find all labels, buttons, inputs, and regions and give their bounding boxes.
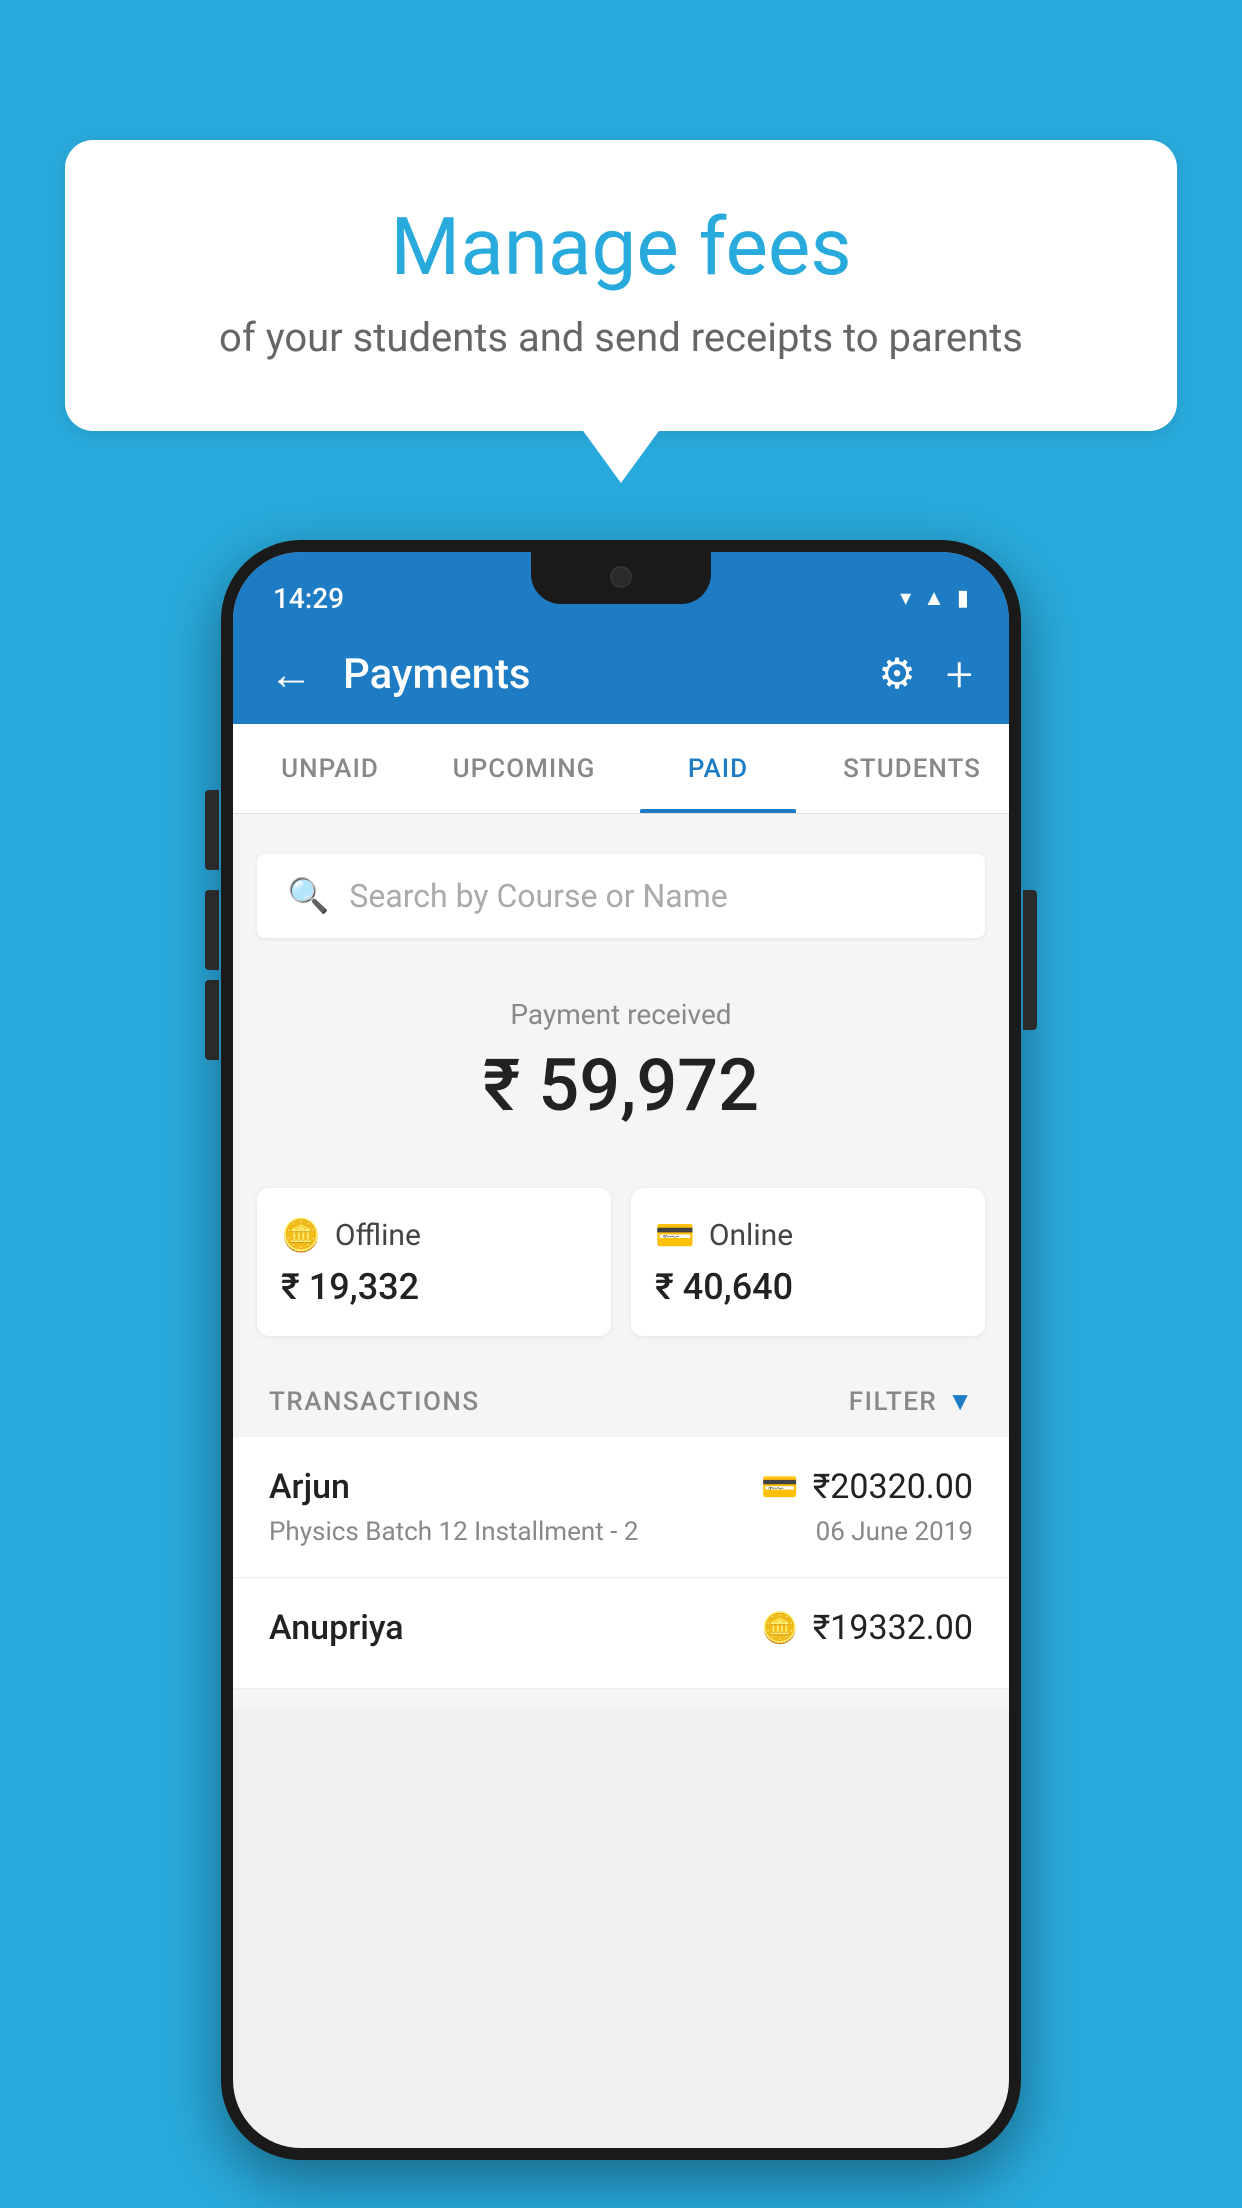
transactions-label: TRANSACTIONS — [269, 1387, 480, 1417]
payment-received-label: Payment received — [257, 998, 985, 1031]
tab-upcoming[interactable]: UPCOMING — [427, 724, 621, 813]
online-card: 💳 Online ₹ 40,640 — [631, 1188, 985, 1336]
tabs-bar: UNPAID UPCOMING PAID STUDENTS — [233, 724, 1009, 814]
filter-label: FILTER — [849, 1387, 937, 1417]
speech-bubble: Manage fees of your students and send re… — [65, 140, 1177, 431]
offline-amount: ₹ 19,332 — [281, 1266, 587, 1308]
phone-frame: 14:29 ▾ ▲ ▮ ← Payments ⚙ + UNPAID — [221, 540, 1021, 2160]
app-header: ← Payments ⚙ + — [233, 624, 1009, 724]
payment-cards: 🪙 Offline ₹ 19,332 💳 Online ₹ 40,640 — [233, 1188, 1009, 1366]
transaction-name: Arjun — [269, 1467, 350, 1507]
settings-icon[interactable]: ⚙ — [878, 649, 916, 699]
transaction-name: Anupriya — [269, 1608, 404, 1648]
signal-icon: ▲ — [923, 585, 945, 611]
status-time: 14:29 — [273, 582, 344, 615]
battery-icon: ▮ — [957, 586, 969, 611]
online-payment-icon: 💳 — [761, 1470, 798, 1505]
search-input[interactable]: Search by Course or Name — [349, 877, 727, 915]
payment-received-amount: ₹ 59,972 — [257, 1043, 985, 1128]
tab-unpaid[interactable]: UNPAID — [233, 724, 427, 813]
online-amount: ₹ 40,640 — [655, 1266, 961, 1308]
camera — [610, 566, 632, 588]
add-button[interactable]: + — [946, 646, 973, 703]
status-icons: ▾ ▲ ▮ — [900, 585, 969, 611]
transaction-amount: ₹19332.00 — [813, 1608, 973, 1648]
transactions-header: TRANSACTIONS FILTER ▼ — [233, 1366, 1009, 1437]
notch — [531, 552, 711, 604]
transaction-amount: ₹20320.00 — [813, 1467, 973, 1507]
bubble-subtitle: of your students and send receipts to pa… — [145, 314, 1097, 361]
phone-screen: 14:29 ▾ ▲ ▮ ← Payments ⚙ + UNPAID — [233, 552, 1009, 2148]
online-icon: 💳 — [655, 1216, 695, 1254]
payment-received-section: Payment received ₹ 59,972 — [233, 958, 1009, 1188]
transaction-amount-group: 💳 ₹20320.00 — [761, 1467, 973, 1507]
offline-payment-icon: 🪙 — [761, 1611, 798, 1646]
offline-card: 🪙 Offline ₹ 19,332 — [257, 1188, 611, 1336]
filter-group[interactable]: FILTER ▼ — [849, 1386, 973, 1417]
back-button[interactable]: ← — [269, 648, 313, 700]
transaction-row[interactable]: Anupriya 🪙 ₹19332.00 — [233, 1578, 1009, 1689]
bubble-title: Manage fees — [145, 200, 1097, 294]
tab-students[interactable]: STUDENTS — [815, 724, 1009, 813]
tab-paid[interactable]: PAID — [621, 724, 815, 813]
search-bar[interactable]: 🔍 Search by Course or Name — [257, 854, 985, 938]
main-content: 🔍 Search by Course or Name Payment recei… — [233, 814, 1009, 1709]
speech-bubble-container: Manage fees of your students and send re… — [65, 140, 1177, 431]
transaction-description: Physics Batch 12 Installment - 2 — [269, 1517, 638, 1547]
search-icon: 🔍 — [287, 876, 329, 916]
filter-icon: ▼ — [947, 1386, 973, 1417]
offline-label: Offline — [335, 1218, 421, 1253]
offline-icon: 🪙 — [281, 1216, 321, 1254]
transaction-amount-group: 🪙 ₹19332.00 — [761, 1608, 973, 1648]
header-title: Payments — [343, 650, 848, 699]
phone-container: 14:29 ▾ ▲ ▮ ← Payments ⚙ + UNPAID — [221, 540, 1021, 2160]
wifi-icon: ▾ — [900, 586, 911, 611]
transaction-row[interactable]: Arjun 💳 ₹20320.00 Physics Batch 12 Insta… — [233, 1437, 1009, 1578]
transaction-date: 06 June 2019 — [816, 1517, 973, 1547]
online-label: Online — [709, 1218, 793, 1253]
